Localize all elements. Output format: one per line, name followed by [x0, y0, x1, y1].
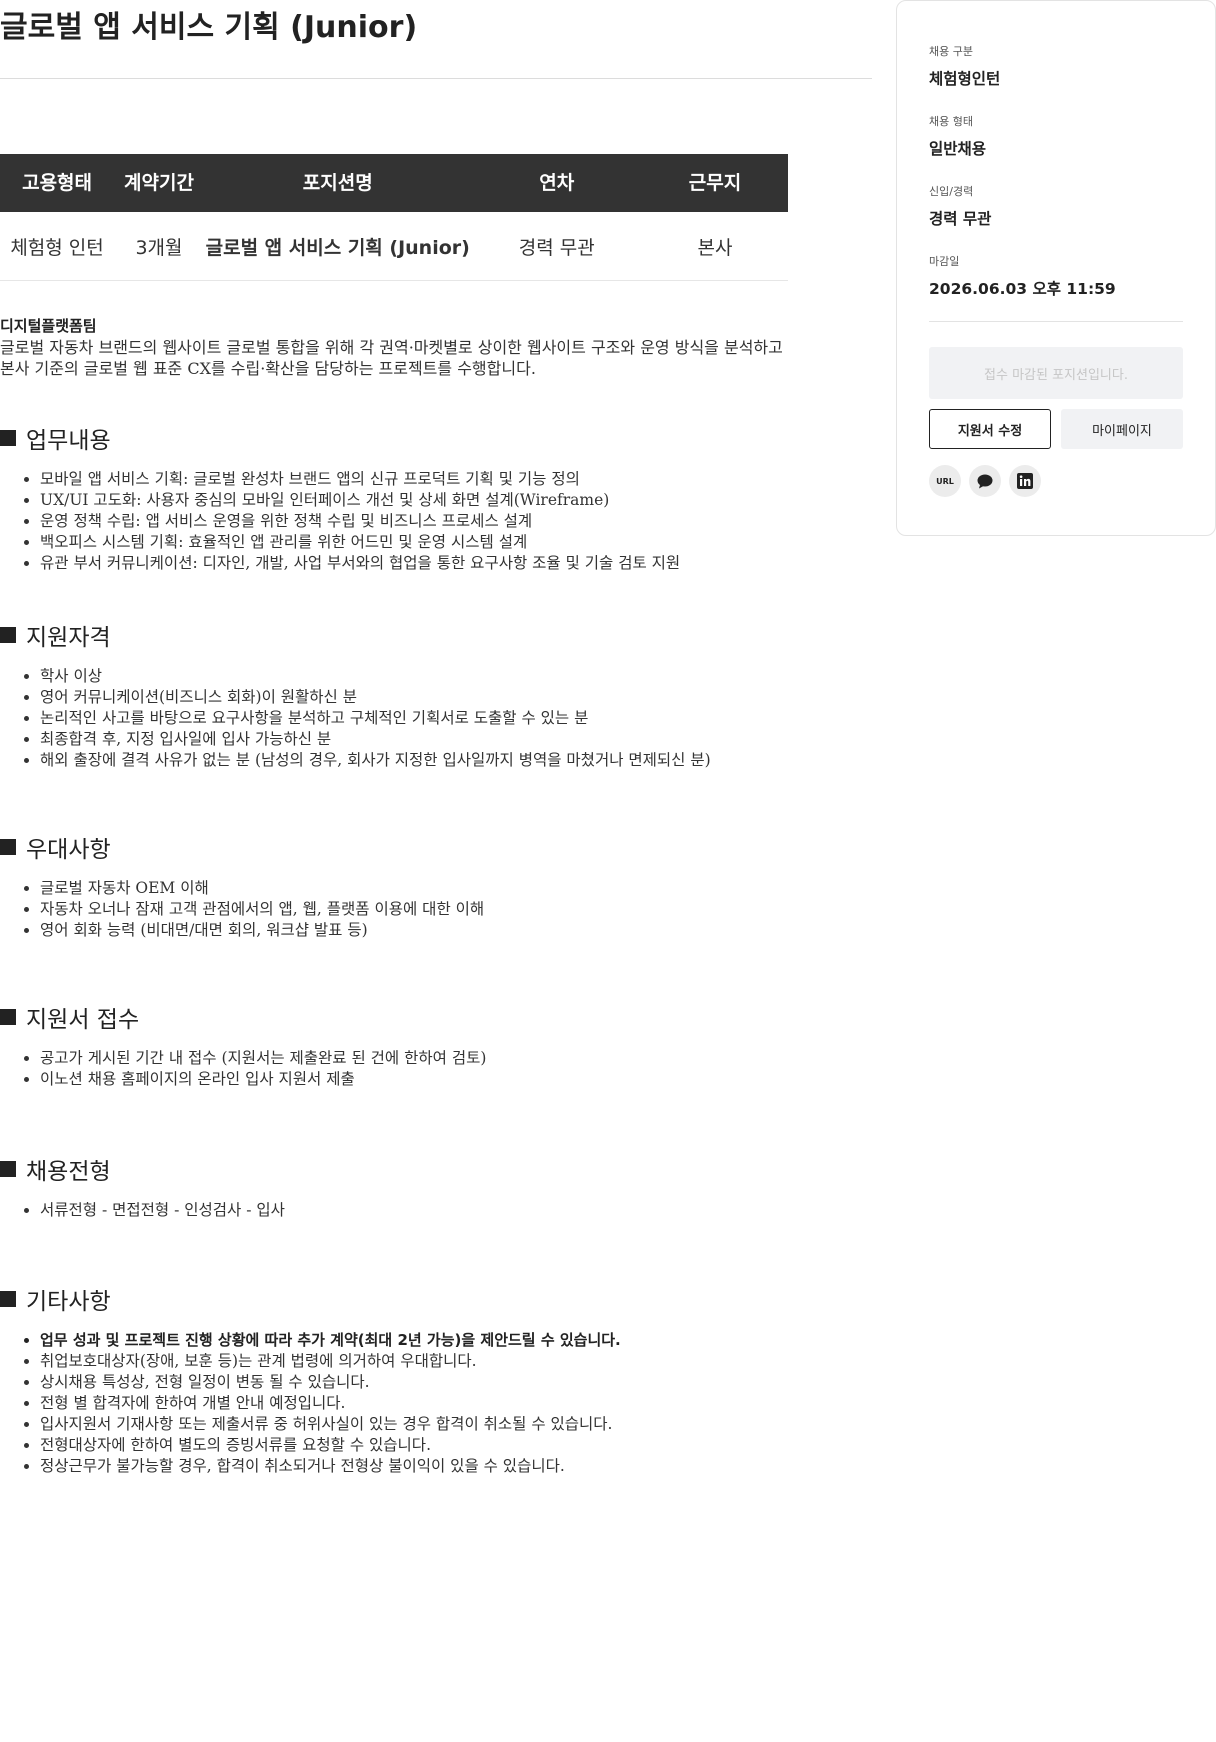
- square-bullet-icon: [0, 627, 16, 643]
- section-duties: 업무내용 모바일 앱 서비스 기획: 글로벌 완성차 브랜드 앱의 신규 프로덕…: [0, 421, 860, 574]
- list-item: 상시채용 특성상, 전형 일정이 변동 될 수 있습니다.: [40, 1372, 860, 1393]
- meta-label: 신입/경력: [929, 185, 974, 198]
- square-bullet-icon: [0, 1291, 16, 1307]
- cell-location: 본사: [641, 212, 788, 281]
- section-heading: 기타사항: [0, 1282, 860, 1316]
- section-heading: 지원서 접수: [0, 1000, 860, 1034]
- meta-label: 채용 형태: [929, 115, 973, 128]
- header-career: 연차: [471, 154, 642, 212]
- section-qualifications: 지원자격 학사 이상 영어 커뮤니케이션(비즈니스 회화)이 원활하신 분 논리…: [0, 618, 860, 771]
- list-item: 해외 출장에 결격 사유가 없는 분 (남성의 경우, 회사가 지정한 입사일까…: [40, 750, 860, 771]
- list-item: UX/UI 고도화: 사용자 중심의 모바일 인터페이스 개선 및 상세 화면 …: [40, 490, 860, 511]
- url-icon: URL: [936, 476, 954, 486]
- list-item: 학사 이상: [40, 666, 860, 687]
- list-item: 공고가 게시된 기간 내 접수 (지원서는 제출완료 된 건에 한하여 검토): [40, 1048, 860, 1069]
- section-preferences: 우대사항 글로벌 자동차 OEM 이해 자동차 오너나 잠재 고객 관점에서의 …: [0, 830, 860, 941]
- title-divider: [0, 78, 872, 79]
- qualifications-list: 학사 이상 영어 커뮤니케이션(비즈니스 회화)이 원활하신 분 논리적인 사고…: [0, 666, 860, 771]
- cell-employment-type: 체험형 인턴: [0, 212, 115, 281]
- list-item: 정상근무가 불가능할 경우, 합격이 취소되거나 전형상 불이익이 있을 수 있…: [40, 1456, 860, 1477]
- section-heading: 우대사항: [0, 830, 860, 864]
- header-employment-type: 고용형태: [0, 154, 115, 212]
- list-item: 운영 정책 수립: 앱 서비스 운영을 위한 정책 수립 및 비즈니스 프로세스…: [40, 511, 860, 532]
- preferences-list: 글로벌 자동차 OEM 이해 자동차 오너나 잠재 고객 관점에서의 앱, 웹,…: [0, 878, 860, 941]
- mypage-button[interactable]: 마이페이지: [1061, 409, 1183, 449]
- section-heading: 업무내용: [0, 421, 860, 455]
- cell-contract-period: 3개월: [114, 212, 204, 281]
- section-application: 지원서 접수 공고가 게시된 기간 내 접수 (지원서는 제출완료 된 건에 한…: [0, 1000, 860, 1090]
- meta-value: 경력 무관: [929, 210, 992, 228]
- duties-list: 모바일 앱 서비스 기획: 글로벌 완성차 브랜드 앱의 신규 프로덕트 기획 …: [0, 469, 860, 574]
- list-item: 자동차 오너나 잠재 고객 관점에서의 앱, 웹, 플랫폼 이용에 대한 이해: [40, 899, 860, 920]
- square-bullet-icon: [0, 1161, 16, 1177]
- list-item: 논리적인 사고를 바탕으로 요구사항을 분석하고 구체적인 기획서로 도출할 수…: [40, 708, 860, 729]
- application-list: 공고가 게시된 기간 내 접수 (지원서는 제출완료 된 건에 한하여 검토) …: [0, 1048, 860, 1090]
- cell-career: 경력 무관: [471, 212, 642, 281]
- meta-label: 채용 구분: [929, 45, 973, 58]
- share-buttons: URL: [929, 465, 1041, 497]
- list-item: 백오피스 시스템 기획: 효율적인 앱 관리를 위한 어드민 및 운영 시스템 …: [40, 532, 860, 553]
- page-title: 글로벌 앱 서비스 기획 (Junior): [0, 10, 418, 45]
- list-item: 이노션 채용 홈페이지의 온라인 입사 지원서 제출: [40, 1069, 860, 1090]
- list-item: 서류전형 - 면접전형 - 인성검사 - 입사: [40, 1200, 860, 1221]
- meta-label: 마감일: [929, 255, 960, 268]
- meta-deadline: 마감일 2026.06.03 오후 11:59: [929, 253, 1116, 299]
- section-heading: 지원자격: [0, 618, 860, 652]
- list-item: 입사지원서 기재사항 또는 제출서류 중 허위사실이 있는 경우 합격이 취소될…: [40, 1414, 860, 1435]
- share-url-button[interactable]: URL: [929, 465, 961, 497]
- list-item: 영어 회화 능력 (비대면/대면 회의, 워크샵 발표 등): [40, 920, 860, 941]
- position-info-table: 고용형태 계약기간 포지션명 연차 근무지 체험형 인턴 3개월 글로벌 앱 서…: [0, 154, 788, 281]
- meta-value: 일반채용: [929, 140, 987, 158]
- list-item: 최종합격 후, 지정 입사일에 입사 가능하신 분: [40, 729, 860, 750]
- team-intro: 디지털플랫폼팀 글로벌 자동차 브랜드의 웹사이트 글로벌 통합을 위해 각 권…: [0, 316, 860, 379]
- table-row: 체험형 인턴 3개월 글로벌 앱 서비스 기획 (Junior) 경력 무관 본…: [0, 212, 788, 281]
- intro-line: 본사 기준의 글로벌 웹 표준 CX를 수립·확산을 담당하는 프로젝트를 수행…: [0, 359, 536, 378]
- meta-value: 체험형인턴: [929, 70, 1001, 88]
- square-bullet-icon: [0, 1009, 16, 1025]
- table-header-row: 고용형태 계약기간 포지션명 연차 근무지: [0, 154, 788, 212]
- linkedin-icon: [1017, 473, 1033, 489]
- meta-career: 신입/경력 경력 무관: [929, 183, 991, 229]
- header-position-name: 포지션명: [203, 154, 472, 212]
- chat-bubble-icon: [977, 474, 993, 488]
- header-location: 근무지: [641, 154, 788, 212]
- apply-sidebar-card: 채용 구분 체험형인턴 채용 형태 일반채용 신입/경력 경력 무관 마감일 2…: [896, 0, 1216, 536]
- meta-value: 2026.06.03 오후 11:59: [929, 280, 1116, 298]
- list-item: 취업보호대상자(장애, 보훈 등)는 관계 법령에 의거하여 우대합니다.: [40, 1351, 860, 1372]
- list-item: 유관 부서 커뮤니케이션: 디자인, 개발, 사업 부서와의 협업을 통한 요구…: [40, 553, 860, 574]
- card-divider: [929, 321, 1183, 322]
- meta-recruit-type: 채용 구분 체험형인턴: [929, 43, 1000, 89]
- list-item: 전형대상자에 한하여 별도의 증빙서류를 요청할 수 있습니다.: [40, 1435, 860, 1456]
- section-heading: 채용전형: [0, 1152, 860, 1186]
- list-item: 영어 커뮤니케이션(비즈니스 회화)이 원활하신 분: [40, 687, 860, 708]
- section-etc: 기타사항 업무 성과 및 프로젝트 진행 상황에 따라 추가 계약(최대 2년 …: [0, 1282, 860, 1477]
- intro-line: 글로벌 자동차 브랜드의 웹사이트 글로벌 통합을 위해 각 권역·마켓별로 상…: [0, 338, 783, 357]
- share-linkedin-button[interactable]: [1009, 465, 1041, 497]
- share-chat-button[interactable]: [969, 465, 1001, 497]
- edit-application-button[interactable]: 지원서 수정: [929, 409, 1051, 449]
- header-contract-period: 계약기간: [114, 154, 204, 212]
- list-item: 글로벌 자동차 OEM 이해: [40, 878, 860, 899]
- list-item: 전형 별 합격자에 한하여 개별 안내 예정입니다.: [40, 1393, 860, 1414]
- process-list: 서류전형 - 면접전형 - 인성검사 - 입사: [0, 1200, 860, 1221]
- list-item: 모바일 앱 서비스 기획: 글로벌 완성차 브랜드 앱의 신규 프로덕트 기획 …: [40, 469, 860, 490]
- etc-list: 업무 성과 및 프로젝트 진행 상황에 따라 추가 계약(최대 2년 가능)을 …: [0, 1330, 860, 1477]
- meta-employment-type: 채용 형태 일반채용: [929, 113, 986, 159]
- square-bullet-icon: [0, 430, 16, 446]
- list-item: 업무 성과 및 프로젝트 진행 상황에 따라 추가 계약(최대 2년 가능)을 …: [40, 1330, 860, 1351]
- team-name: 디지털플랫폼팀: [0, 317, 97, 335]
- section-process: 채용전형 서류전형 - 면접전형 - 인성검사 - 입사: [0, 1152, 860, 1221]
- cell-position-name: 글로벌 앱 서비스 기획 (Junior): [203, 212, 472, 281]
- square-bullet-icon: [0, 839, 16, 855]
- closed-position-button[interactable]: 접수 마감된 포지션입니다.: [929, 347, 1183, 399]
